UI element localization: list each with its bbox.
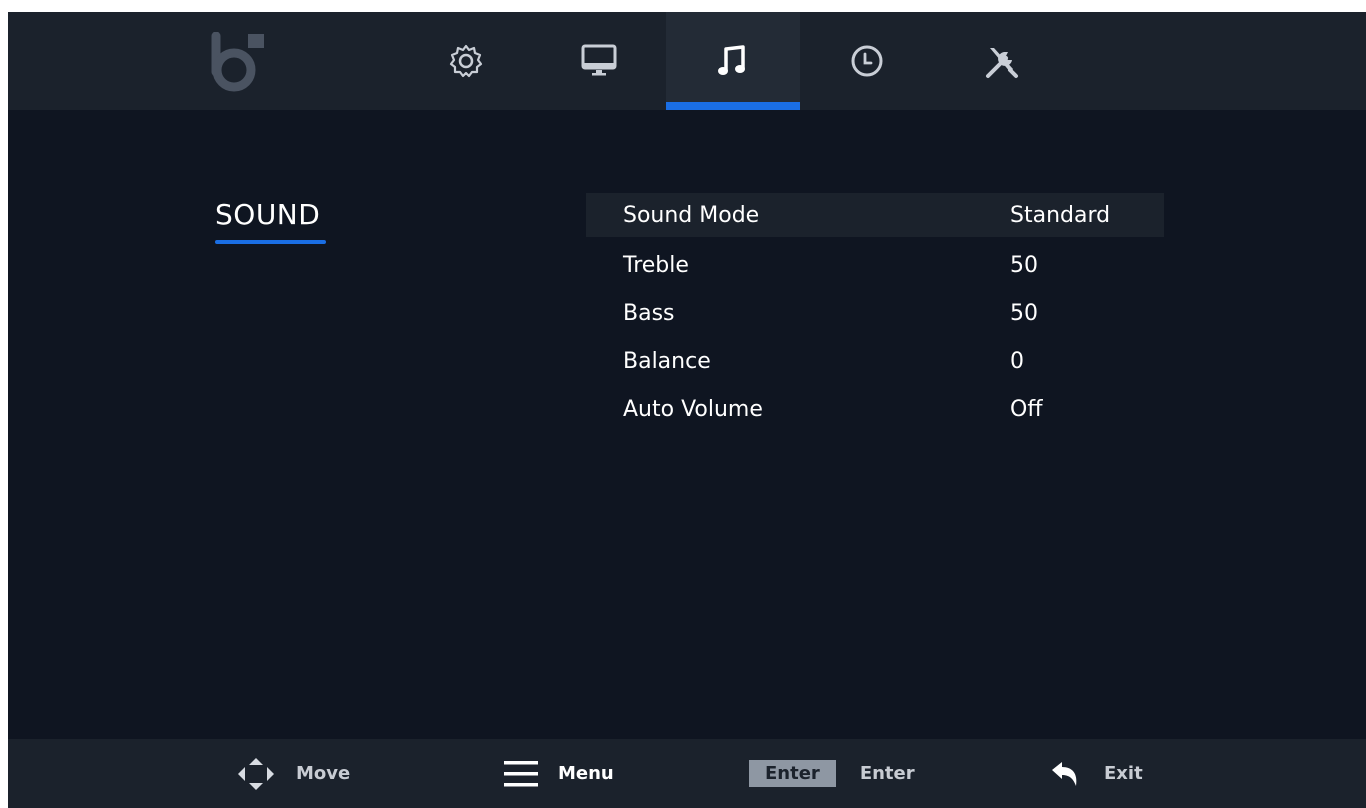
dpad-arrows-icon [236,756,276,792]
hint-exit: Exit [1050,739,1143,808]
tab-setup[interactable] [934,12,1068,110]
enter-key-badge: Enter [749,760,836,787]
tools-icon [982,42,1020,80]
hint-move: Move [236,739,350,808]
tv-menu-screen: SOUND Sound Mode Standard Treble 50 Bass… [8,12,1366,808]
setting-label: Sound Mode [623,202,760,228]
monitor-icon [580,43,618,79]
setting-label: Bass [623,300,675,326]
tab-time[interactable] [800,12,934,110]
setting-row-bass[interactable]: Bass 50 [586,289,1164,337]
setting-value: Off [1010,396,1043,422]
settings-list: Sound Mode Standard Treble 50 Bass 50 Ba… [586,193,1164,433]
active-tab-indicator [666,102,800,110]
key-hints-bar: Move Menu Enter Enter Exit [8,739,1366,808]
hint-enter-label: Enter [859,763,915,784]
hint-menu-label: Menu [558,763,614,784]
setting-row-auto-volume[interactable]: Auto Volume Off [586,385,1164,433]
setting-label: Treble [623,252,689,278]
brand-logo-icon [206,31,270,92]
hint-move-label: Move [296,763,351,784]
tab-settings[interactable] [399,12,533,110]
setting-row-balance[interactable]: Balance 0 [586,337,1164,385]
section-title: SOUND [215,198,321,231]
setting-value: 0 [1010,348,1024,374]
music-note-icon [715,43,751,79]
setting-value: 50 [1010,252,1038,278]
return-arrow-icon [1050,760,1080,788]
setting-label: Balance [623,348,711,374]
setting-value: Standard [1010,202,1111,228]
gear-icon [448,43,484,79]
section-title-underline [215,240,326,244]
tab-picture[interactable] [532,12,666,110]
setting-value: 50 [1010,300,1038,326]
top-navigation-bar [8,12,1366,110]
hint-enter: Enter Enter [749,739,915,808]
setting-label: Auto Volume [623,396,763,422]
hamburger-menu-icon [504,760,538,788]
setting-row-treble[interactable]: Treble 50 [586,241,1164,289]
tab-sound[interactable] [666,12,800,110]
clock-icon [849,43,885,79]
setting-row-sound-mode[interactable]: Sound Mode Standard [586,193,1164,237]
hint-menu: Menu [504,739,614,808]
hint-exit-label: Exit [1104,763,1143,784]
